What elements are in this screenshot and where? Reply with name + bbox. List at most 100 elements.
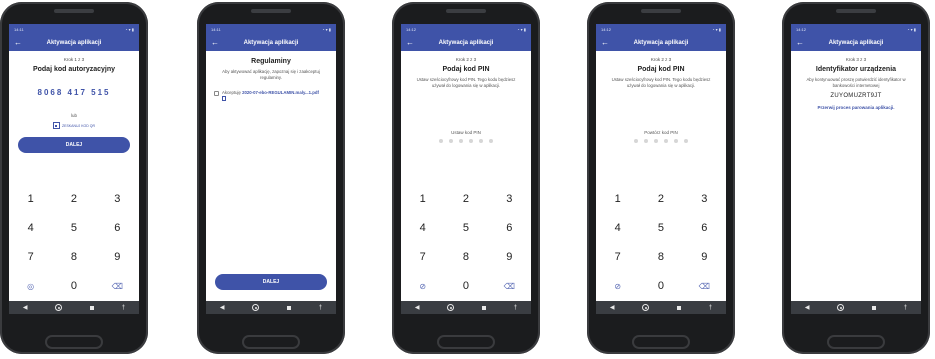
key-2[interactable]: 2	[639, 185, 682, 214]
key-3[interactable]: 3	[96, 185, 139, 214]
nav-recents-icon[interactable]	[287, 305, 291, 310]
phone-5: 14:12 ◔ ▾ ▮ ← Aktywacja aplikacji Krok 3…	[782, 2, 930, 354]
back-arrow-icon[interactable]: ←	[601, 34, 609, 51]
key-9[interactable]: 9	[488, 243, 531, 272]
status-icons: ◔ ▾ ▮	[907, 26, 916, 32]
pin-dot	[439, 139, 443, 144]
nav-back-icon[interactable]: ◀	[220, 304, 225, 311]
eye-icon[interactable]: ◎	[9, 272, 52, 301]
scan-qr-button[interactable]: ZESKANUJ KOD QR	[9, 122, 139, 129]
key-4[interactable]: 4	[401, 214, 444, 243]
phone-4: 14:12 ◔ ▾ ▮ ← Aktywacja aplikacji Krok 2…	[587, 2, 735, 354]
key-5[interactable]: 5	[444, 214, 487, 243]
status-icons: ◔ ▾ ▮	[517, 26, 526, 32]
app-title: Aktywacja aplikacji	[633, 39, 689, 46]
key-2[interactable]: 2	[444, 185, 487, 214]
key-0[interactable]: 0	[444, 272, 487, 301]
status-icons: ◔ ▾ ▮	[125, 26, 134, 32]
key-5[interactable]: 5	[52, 214, 95, 243]
key-5[interactable]: 5	[639, 214, 682, 243]
back-arrow-icon[interactable]: ←	[211, 34, 219, 51]
pin-dot	[479, 139, 483, 144]
accept-checkbox[interactable]	[214, 91, 219, 97]
phone-2: 14:11 ◔ ▾ ▮ ← Aktywacja aplikacji Regula…	[197, 2, 345, 354]
key-8[interactable]: 8	[444, 243, 487, 272]
key-3[interactable]: 3	[683, 185, 726, 214]
key-6[interactable]: 6	[488, 214, 531, 243]
nav-home-icon[interactable]	[837, 304, 845, 311]
screen-auth-code: 14:11 ◔ ▾ ▮ ← Aktywacja aplikacji Krok 1…	[9, 24, 139, 314]
cancel-pairing-link[interactable]: Przerwij proces parowania aplikacji.	[791, 105, 921, 110]
eye-off-icon[interactable]: ⊘	[401, 272, 444, 301]
key-9[interactable]: 9	[96, 243, 139, 272]
qr-code-icon	[52, 122, 60, 129]
phone-chin	[242, 335, 300, 349]
nav-recents-icon[interactable]	[677, 305, 681, 310]
key-3[interactable]: 3	[488, 185, 531, 214]
terms-file-link[interactable]: 2020-07-ebo-REGULAMIN.maly...1.pdf	[242, 90, 319, 95]
pin-input[interactable]	[401, 139, 531, 144]
nav-recents-icon[interactable]	[482, 305, 486, 310]
key-1[interactable]: 1	[596, 185, 639, 214]
nav-home-icon[interactable]	[55, 304, 63, 311]
nav-recents-icon[interactable]	[90, 305, 94, 310]
backspace-icon[interactable]: ⌫	[96, 272, 139, 301]
key-0[interactable]: 0	[639, 272, 682, 301]
key-1[interactable]: 1	[9, 185, 52, 214]
accessibility-icon[interactable]: †	[319, 305, 322, 311]
terms-accept-row: Akceptuję 2020-07-ebo-REGULAMIN.maly...1…	[206, 90, 336, 102]
next-button[interactable]: DALEJ	[215, 274, 327, 290]
app-title: Aktywacja aplikacji	[46, 39, 102, 46]
step-indicator: Krok 1 z 3	[63, 57, 85, 62]
key-7[interactable]: 7	[401, 243, 444, 272]
key-0[interactable]: 0	[52, 272, 95, 301]
key-1[interactable]: 1	[401, 185, 444, 214]
accessibility-icon[interactable]: †	[122, 305, 125, 311]
heading: Regulaminy	[251, 58, 291, 65]
key-7[interactable]: 7	[596, 243, 639, 272]
nav-back-icon[interactable]: ◀	[610, 304, 615, 311]
nav-home-icon[interactable]	[447, 304, 455, 311]
back-arrow-icon[interactable]: ←	[796, 34, 804, 51]
status-bar: 14:12 ◔ ▾ ▮	[596, 24, 726, 34]
key-7[interactable]: 7	[9, 243, 52, 272]
key-4[interactable]: 4	[9, 214, 52, 243]
eye-off-icon[interactable]: ⊘	[596, 272, 639, 301]
key-6[interactable]: 6	[96, 214, 139, 243]
pin-dot	[449, 139, 453, 144]
key-8[interactable]: 8	[52, 243, 95, 272]
nav-back-icon[interactable]: ◀	[415, 304, 420, 311]
nav-recents-icon[interactable]	[872, 305, 876, 310]
key-8[interactable]: 8	[639, 243, 682, 272]
key-9[interactable]: 9	[683, 243, 726, 272]
device-id-description: Aby kontynuować proszę potwierdzić ident…	[806, 77, 906, 88]
pin-input[interactable]	[596, 139, 726, 144]
or-label: lub	[70, 113, 77, 118]
screen-repeat-pin: 14:12 ◔ ▾ ▮ ← Aktywacja aplikacji Krok 2…	[596, 24, 726, 314]
status-bar: 14:12 ◔ ▾ ▮	[401, 24, 531, 34]
pin-label: Ustaw kod PIN	[451, 130, 481, 136]
key-2[interactable]: 2	[52, 185, 95, 214]
status-icons: ◔ ▾ ▮	[712, 26, 721, 32]
status-time: 14:12	[796, 26, 807, 32]
back-arrow-icon[interactable]: ←	[406, 34, 414, 51]
key-6[interactable]: 6	[683, 214, 726, 243]
pin-dot	[489, 139, 493, 144]
backspace-icon[interactable]: ⌫	[488, 272, 531, 301]
pdf-file-icon[interactable]	[222, 96, 226, 102]
keypad: 1 2 3 4 5 6 7 8 9 ◎ 0 ⌫	[9, 185, 139, 301]
accessibility-icon[interactable]: †	[904, 305, 907, 311]
nav-back-icon[interactable]: ◀	[805, 304, 810, 311]
key-4[interactable]: 4	[596, 214, 639, 243]
app-bar: ← Aktywacja aplikacji	[401, 34, 531, 51]
accessibility-icon[interactable]: †	[514, 305, 517, 311]
nav-home-icon[interactable]	[252, 304, 260, 311]
backspace-icon[interactable]: ⌫	[683, 272, 726, 301]
accessibility-icon[interactable]: †	[709, 305, 712, 311]
back-arrow-icon[interactable]: ←	[14, 34, 22, 51]
next-button[interactable]: DALEJ	[18, 137, 130, 153]
nav-home-icon[interactable]	[642, 304, 650, 311]
nav-back-icon[interactable]: ◀	[23, 304, 28, 311]
heading: Podaj kod PIN	[637, 66, 685, 73]
auth-code-display[interactable]: 8068 417 515	[9, 88, 139, 97]
